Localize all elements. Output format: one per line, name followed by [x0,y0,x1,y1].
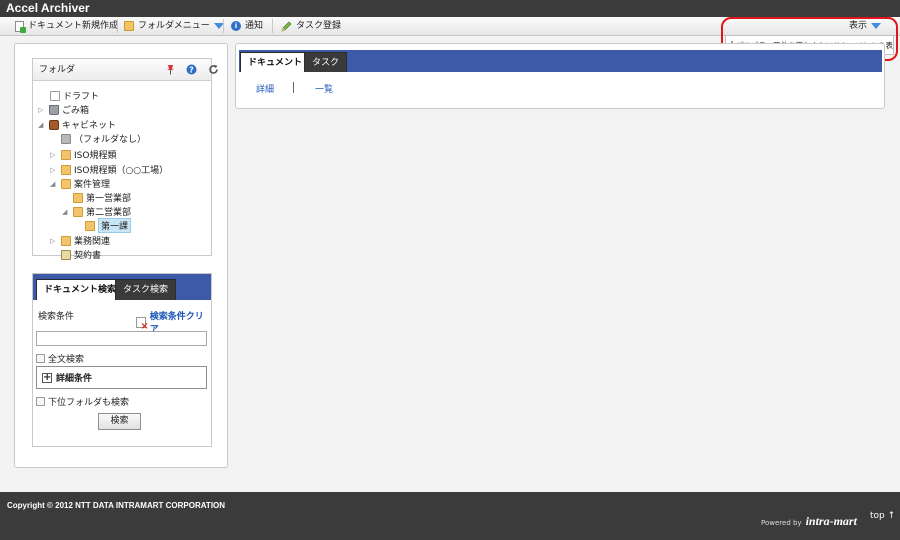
new-document-label: ドキュメント新規作成 [28,21,119,31]
task-register-label: タスク登録 [296,21,342,31]
help-icon[interactable]: ? [186,64,197,75]
display-menu-button[interactable]: 表示 [842,17,888,35]
tab-task-search[interactable]: タスク検索 [115,279,177,300]
folder-menu-button[interactable]: フォルダメニュー [124,17,224,35]
expand-icon[interactable]: ▷ [50,237,59,245]
subfolder-label: 下位フォルダも検索 [48,398,130,408]
main-tabbar: ドキュメント タスク [239,50,882,72]
trash-icon [49,104,59,115]
folder-icon [73,206,83,217]
tree-node-business[interactable]: ▷ 業務関連 [50,234,110,247]
left-panel: フォルダ ? ドラフト ▷ ごみ箱 ◢ キャビネット （フォルダなし） ▷ ISO規程… [14,43,228,468]
powered-by: Powered by intra-mart [761,514,857,529]
tree-node-section1[interactable]: 第一課 [85,218,132,233]
tree-node-sales2[interactable]: ◢ 第二営業部 [62,205,131,218]
subfolder-search-option[interactable]: 下位フォルダも検索 [36,395,129,408]
tree-node-no-folder[interactable]: （フォルダなし） [61,132,146,145]
detail-conditions-toggle[interactable]: + 詳細条件 [36,366,207,389]
folder-panel: フォルダ ? ドラフト ▷ ごみ箱 ◢ キャビネット （フォルダなし） ▷ ISO規程… [32,58,218,261]
search-panel: ドキュメント検索 タスク検索 検索条件 検索条件クリア 全文検索 + 詳細条件 … [32,273,212,447]
tree-node-sales1[interactable]: 第一営業部 [73,191,131,204]
search-input[interactable] [36,331,207,346]
fulltext-search-option[interactable]: 全文検索 [36,352,84,365]
folder-menu-label: フォルダメニュー [138,21,210,31]
folder-icon [61,164,71,175]
search-condition-label: 検索条件 [38,312,75,322]
folder-icon [61,149,71,160]
copyright-text: Copyright © 2012 NTT DATA INTRAMART CORP… [7,501,226,510]
svg-text:?: ? [189,66,194,75]
pencil-icon [281,21,292,32]
link-divider [293,82,294,93]
refresh-icon[interactable] [208,64,219,75]
cabinet-icon [49,119,59,130]
folder-icon [61,235,71,246]
folder-panel-header: フォルダ ? [33,59,218,81]
brand-logo: intra-mart [805,514,857,528]
expand-icon[interactable]: ▷ [50,166,59,174]
fulltext-label: 全文検索 [48,355,85,365]
plus-icon: + [42,371,52,383]
tree-node-contracts[interactable]: 契約書 [61,248,101,261]
toolbar: ドキュメント新規作成 フォルダメニュー i 通知 タスク登録 [0,17,900,36]
main-panel: ドキュメント タスク 詳細 一覧 [235,43,885,109]
tab-task[interactable]: タスク [304,52,348,72]
collapse-icon[interactable]: ◢ [38,121,47,129]
info-icon: i [231,21,241,31]
chevron-down-icon [871,23,881,29]
new-document-icon [15,20,26,33]
tab-document[interactable]: ドキュメント [240,52,311,72]
fulltext-checkbox[interactable] [36,354,45,363]
folder-icon [73,192,83,203]
expand-icon[interactable]: ▷ [50,151,59,159]
list-view-link[interactable]: 一覧 [315,82,333,95]
powered-by-label: Powered by [761,519,802,527]
collapse-icon[interactable]: ◢ [50,180,59,188]
clear-icon [136,316,148,332]
subfolder-checkbox[interactable] [36,397,45,406]
folder-panel-title: フォルダ [39,65,76,75]
search-button[interactable]: 検索 [98,413,141,430]
tree-node-iso-factory[interactable]: ▷ ISO規程類（○○工場） [50,163,168,176]
folder-icon [124,21,134,31]
back-to-top-link[interactable]: top ↑ [870,511,895,521]
notice-button[interactable]: i 通知 [231,17,263,35]
pin-icon[interactable] [165,64,176,75]
task-register-button[interactable]: タスク登録 [281,17,341,35]
page-icon [50,90,60,101]
app-title: Accel Archiver [0,0,900,17]
detail-view-link[interactable]: 詳細 [256,82,274,95]
folder-icon [85,220,95,231]
footer: Copyright © 2012 NTT DATA INTRAMART CORP… [0,492,900,540]
folder-icon [61,178,71,189]
tree-node-projects[interactable]: ◢ 案件管理 [50,177,110,190]
notice-label: 通知 [245,21,264,31]
folder-icon [61,133,71,144]
expand-icon[interactable]: ▷ [38,106,47,114]
tree-node-iso[interactable]: ▷ ISO規程類 [50,148,116,161]
tree-node-trash[interactable]: ▷ ごみ箱 [38,103,89,116]
detail-conditions-label: 詳細条件 [56,374,93,384]
collapse-icon[interactable]: ◢ [62,208,71,216]
contract-icon [61,249,71,260]
search-tabbar: ドキュメント検索 タスク検索 [33,274,211,300]
display-label: 表示 [848,21,867,31]
new-document-button[interactable]: ドキュメント新規作成 [15,17,118,35]
tree-node-draft[interactable]: ドラフト [50,89,99,102]
tab-document-search[interactable]: ドキュメント検索 [36,279,125,300]
tree-node-cabinet[interactable]: ◢ キャビネット [38,118,116,131]
